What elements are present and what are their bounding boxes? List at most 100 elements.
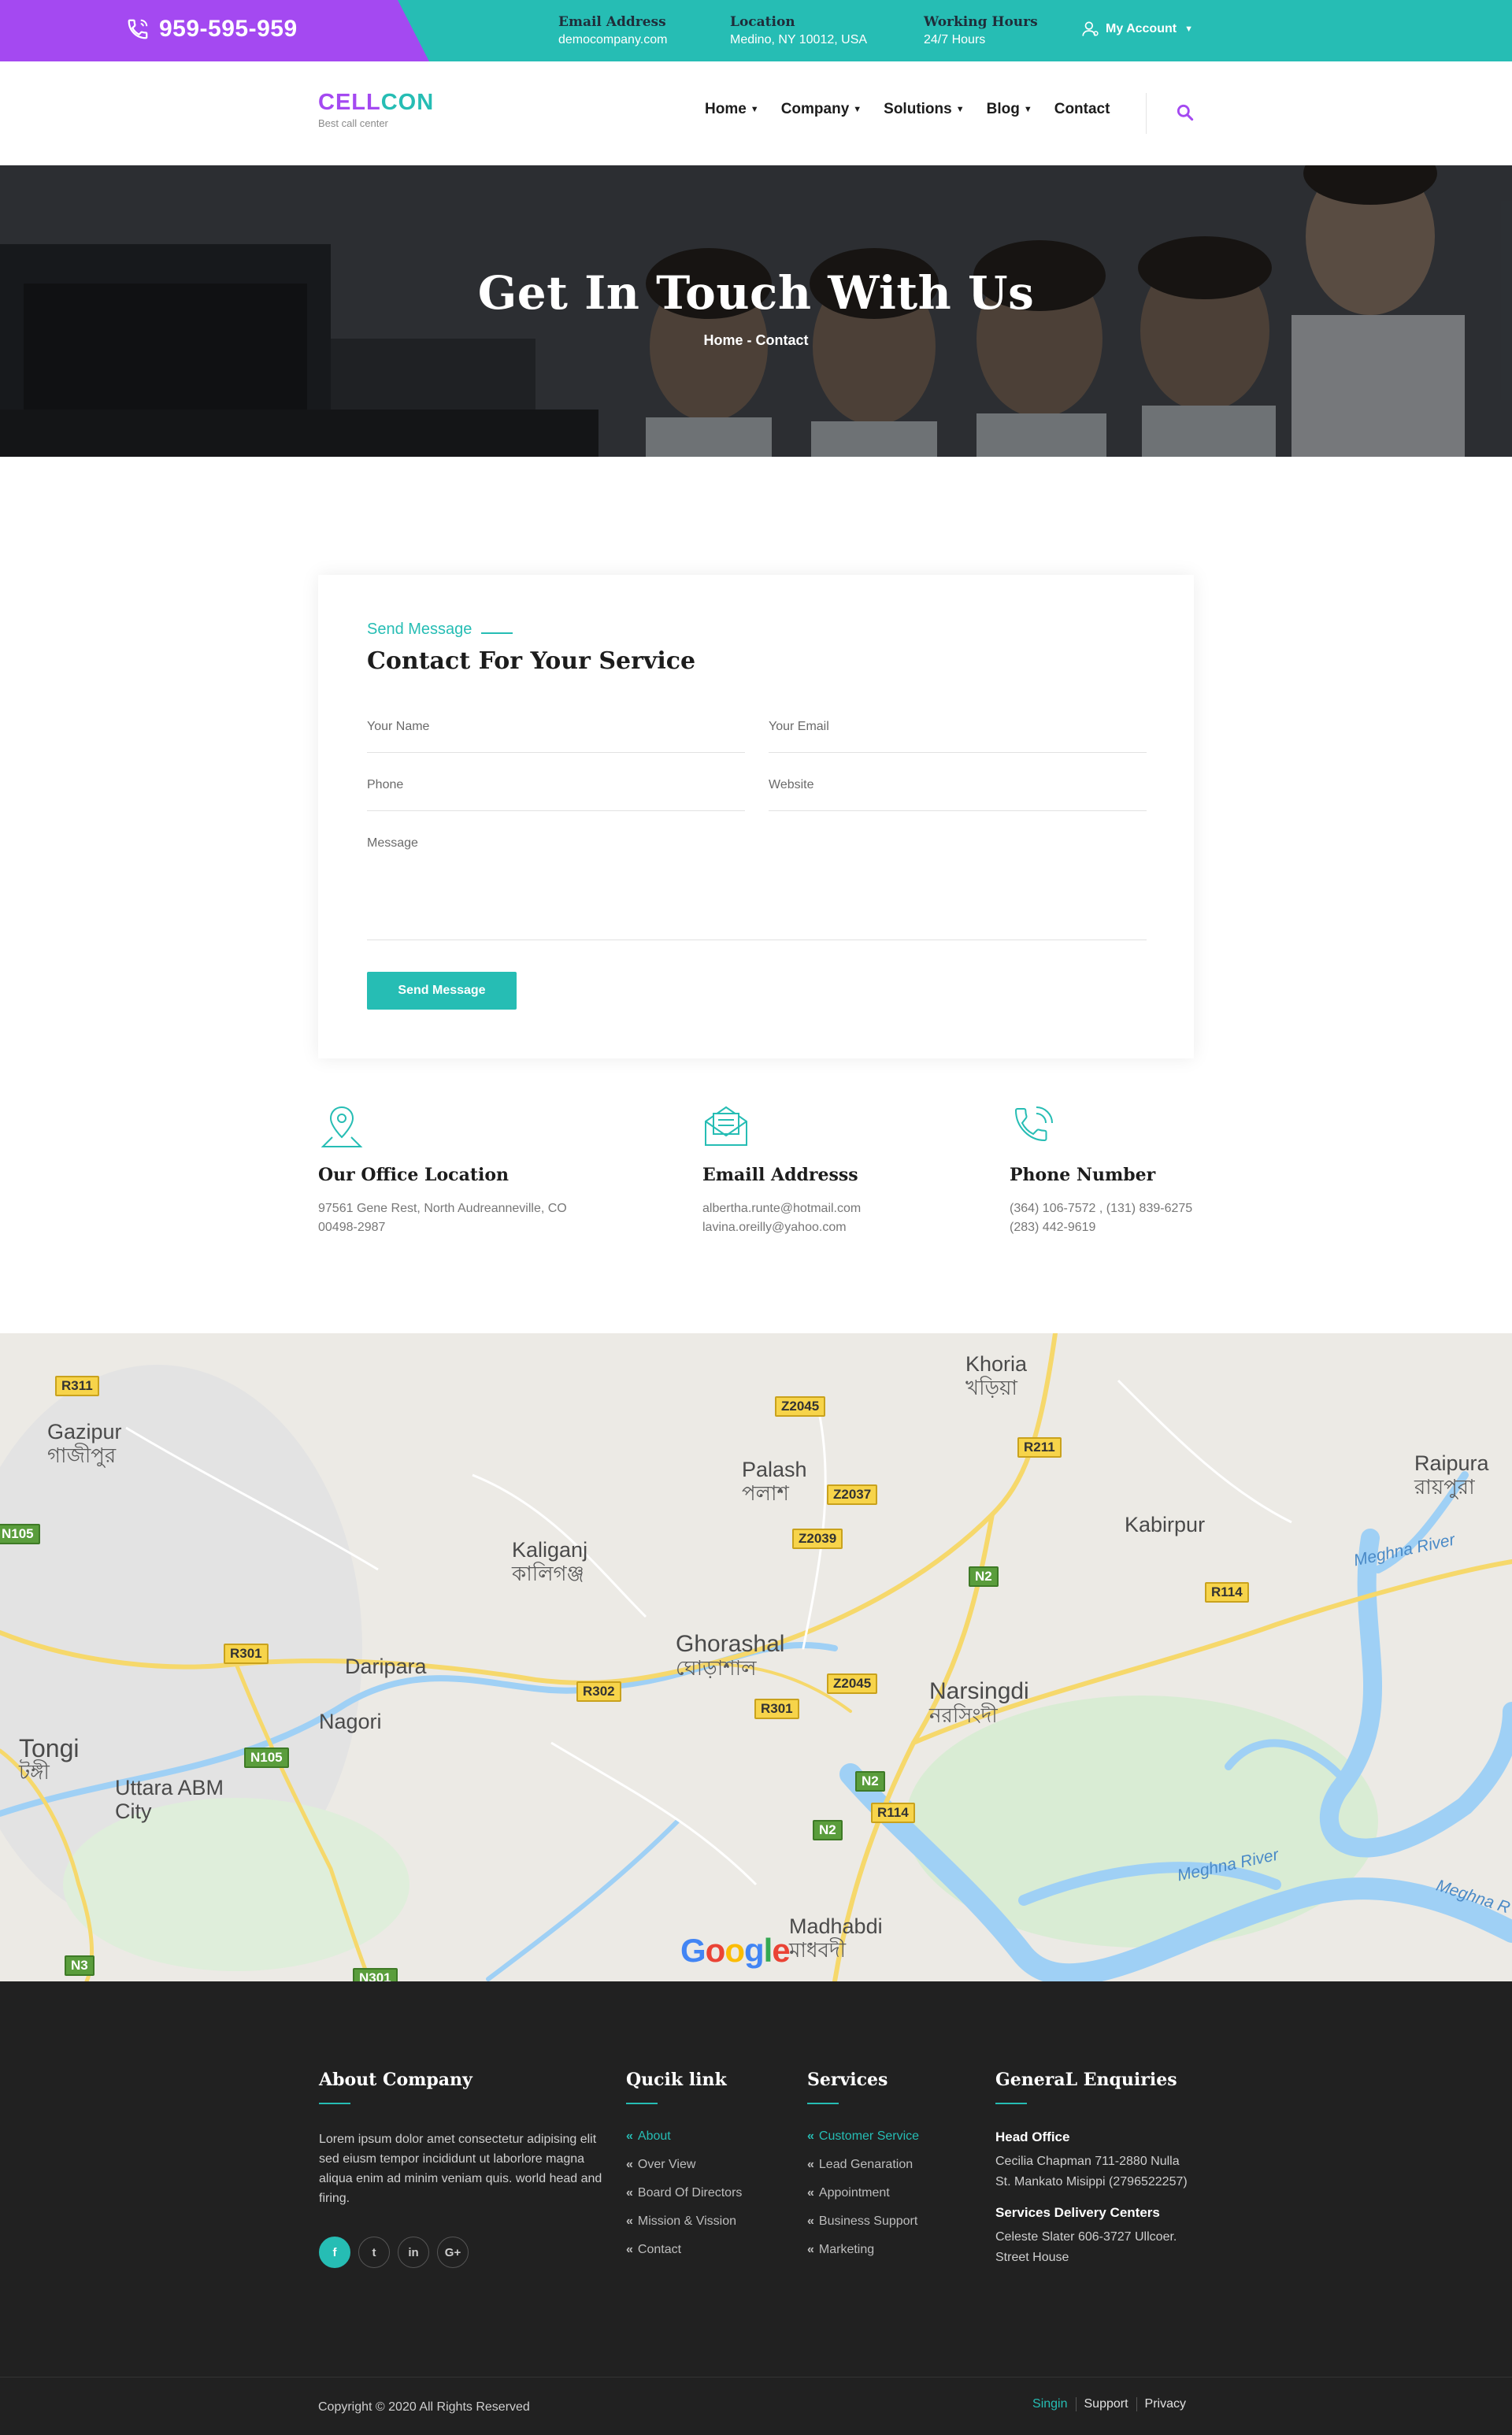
name-field[interactable]	[367, 720, 745, 753]
double-chevron-icon: «	[807, 2186, 814, 2200]
footer-link-board[interactable]: «Board Of Directors	[626, 2186, 742, 2200]
enquiries-title: GeneraL Enquiries	[995, 2070, 1177, 2090]
road-marker: N2	[855, 1771, 885, 1792]
double-chevron-icon: «	[626, 2214, 633, 2228]
caret-down-icon: ▼	[853, 105, 862, 114]
message-textarea[interactable]	[367, 836, 1147, 940]
double-chevron-icon: «	[807, 2158, 814, 2171]
nav-item-blog[interactable]: Blog ▼	[987, 101, 1032, 118]
email-input[interactable]	[769, 720, 1147, 734]
road-marker: R301	[754, 1699, 799, 1719]
linkedin-icon[interactable]: in	[398, 2237, 429, 2268]
location-value: Medino, NY 10012, USA	[730, 33, 868, 46]
footer-heading-underline	[807, 2103, 839, 2104]
twitter-icon[interactable]: t	[358, 2237, 390, 2268]
map-place-label: Kabirpur	[1125, 1513, 1206, 1536]
logo-tagline: Best call center	[318, 117, 388, 129]
road-marker: R302	[576, 1681, 621, 1702]
name-input[interactable]	[367, 720, 745, 734]
footer-link-business-support[interactable]: «Business Support	[807, 2214, 919, 2229]
office-address-line1: 97561 Gene Rest, North Audreanneville, C…	[318, 1202, 567, 1215]
footer-link-lead-generation[interactable]: «Lead Genaration	[807, 2158, 919, 2172]
road-marker: N105	[244, 1747, 289, 1768]
map-place-label: Daripara	[345, 1655, 427, 1678]
eyebrow-text: Send Message	[367, 621, 472, 638]
nav-divider	[1146, 93, 1147, 134]
nav-item-label: Home	[705, 101, 747, 117]
footer-link-overview[interactable]: «Over View	[626, 2158, 742, 2172]
email-info: Email Address democompany.com	[558, 14, 667, 47]
email-line2[interactable]: lavina.oreilly@yahoo.com	[702, 1218, 861, 1237]
footer-link-appointment[interactable]: «Appointment	[807, 2186, 919, 2200]
website-input[interactable]	[769, 778, 1147, 792]
double-chevron-icon: «	[807, 2129, 814, 2143]
nav-item-contact[interactable]: Contact	[1054, 101, 1110, 118]
eyebrow-line	[481, 632, 513, 634]
road-marker: R114	[871, 1803, 915, 1823]
nav-menu: Home ▼ Company ▼ Solutions ▼ Blog ▼ Contact	[705, 101, 1132, 118]
road-marker: N105	[0, 1524, 40, 1544]
site-footer: About Company Lorem ipsum dolor amet con…	[0, 1981, 1512, 2435]
facebook-icon[interactable]: f	[319, 2237, 350, 2268]
google-attribution-logo[interactable]: Google	[680, 1932, 791, 1970]
my-account-menu[interactable]: My Account ▼	[1080, 19, 1193, 39]
chevron-down-icon: ▼	[1184, 24, 1193, 34]
breadcrumb[interactable]: Home - Contact	[0, 332, 1512, 349]
services-title: Services	[807, 2070, 888, 2090]
email-value[interactable]: democompany.com	[558, 33, 667, 47]
site-logo[interactable]: CELLCON Best call center	[318, 90, 434, 129]
phone-field[interactable]	[367, 778, 745, 811]
footer-about-text: Lorem ipsum dolor amet consectetur adipi…	[319, 2133, 602, 2205]
phone-contact[interactable]: 959-595-959	[126, 16, 298, 43]
contact-form-card: Send Message Contact For Your Service Se…	[318, 575, 1194, 1058]
footer-divider	[0, 2377, 1512, 2378]
website-field[interactable]	[769, 778, 1147, 811]
google-plus-icon[interactable]: G+	[437, 2237, 469, 2268]
page-hero: Get In Touch With Us Home - Contact	[0, 165, 1512, 457]
map-place-label: Raipura রায়পুরা	[1414, 1451, 1489, 1499]
phone-icon	[128, 19, 148, 39]
head-office-line2: St. Mankato Misippi (2796522257)	[995, 2175, 1188, 2189]
footer-heading-underline	[319, 2103, 350, 2104]
search-icon[interactable]	[1175, 102, 1195, 123]
quick-links-title: Qucik link	[626, 2070, 727, 2090]
phone-line1: (364) 106-7572 , (131) 839-6275	[1010, 1202, 1193, 1215]
road-marker: Z2039	[792, 1529, 843, 1549]
road-marker: R311	[55, 1376, 99, 1396]
map-place-label: Palash পলাশ	[742, 1458, 807, 1505]
location-map[interactable]: Gazipur গাজীপুর Khoria খড়িয়া Palash পলাশ …	[0, 1333, 1512, 1981]
double-chevron-icon: «	[626, 2186, 633, 2200]
road-marker: Z2045	[827, 1673, 878, 1694]
phone-input[interactable]	[367, 778, 745, 792]
nav-item-company[interactable]: Company ▼	[781, 101, 862, 118]
email-field[interactable]	[769, 720, 1147, 753]
support-link[interactable]: Support	[1075, 2397, 1136, 2411]
map-place-label: Ghorashal ঘোড়াশাল	[676, 1631, 785, 1681]
email-label: Email Address	[558, 14, 666, 30]
phone-block-title: Phone Number	[1010, 1165, 1156, 1185]
footer-link-contact[interactable]: «Contact	[626, 2243, 742, 2257]
phone-icon	[1014, 1106, 1053, 1142]
footer-link-marketing[interactable]: «Marketing	[807, 2243, 919, 2257]
send-message-button[interactable]: Send Message	[367, 972, 517, 1010]
user-icon	[1082, 21, 1099, 36]
footer-quick-links: Qucik link «About «Over View «Board Of D…	[626, 2070, 742, 2271]
signin-link[interactable]: Singin	[1025, 2397, 1075, 2411]
nav-item-solutions[interactable]: Solutions ▼	[884, 101, 964, 118]
email-line1[interactable]: albertha.runte@hotmail.com	[702, 1199, 861, 1218]
location-label: Location	[730, 14, 795, 30]
map-place-label: Khoria খড়িয়া	[965, 1352, 1028, 1399]
form-eyebrow: Send Message	[367, 621, 513, 639]
office-address-line2: 00498-2987	[318, 1221, 386, 1234]
nav-item-home[interactable]: Home ▼	[705, 101, 759, 118]
privacy-link[interactable]: Privacy	[1136, 2397, 1194, 2411]
footer-link-about[interactable]: «About	[626, 2129, 742, 2144]
phone-number-block: Phone Number (364) 106-7572 , (131) 839-…	[1010, 1103, 1192, 1237]
footer-link-mission[interactable]: «Mission & Vission	[626, 2214, 742, 2229]
footer-link-customer-service[interactable]: «Customer Service	[807, 2129, 919, 2144]
caret-down-icon: ▼	[955, 105, 965, 114]
social-links: f t in G+	[319, 2237, 602, 2268]
message-field[interactable]	[367, 836, 1147, 940]
footer-services: Services «Customer Service «Lead Genarat…	[807, 2070, 919, 2271]
map-place-label: Uttara ABM City	[115, 1776, 224, 1823]
